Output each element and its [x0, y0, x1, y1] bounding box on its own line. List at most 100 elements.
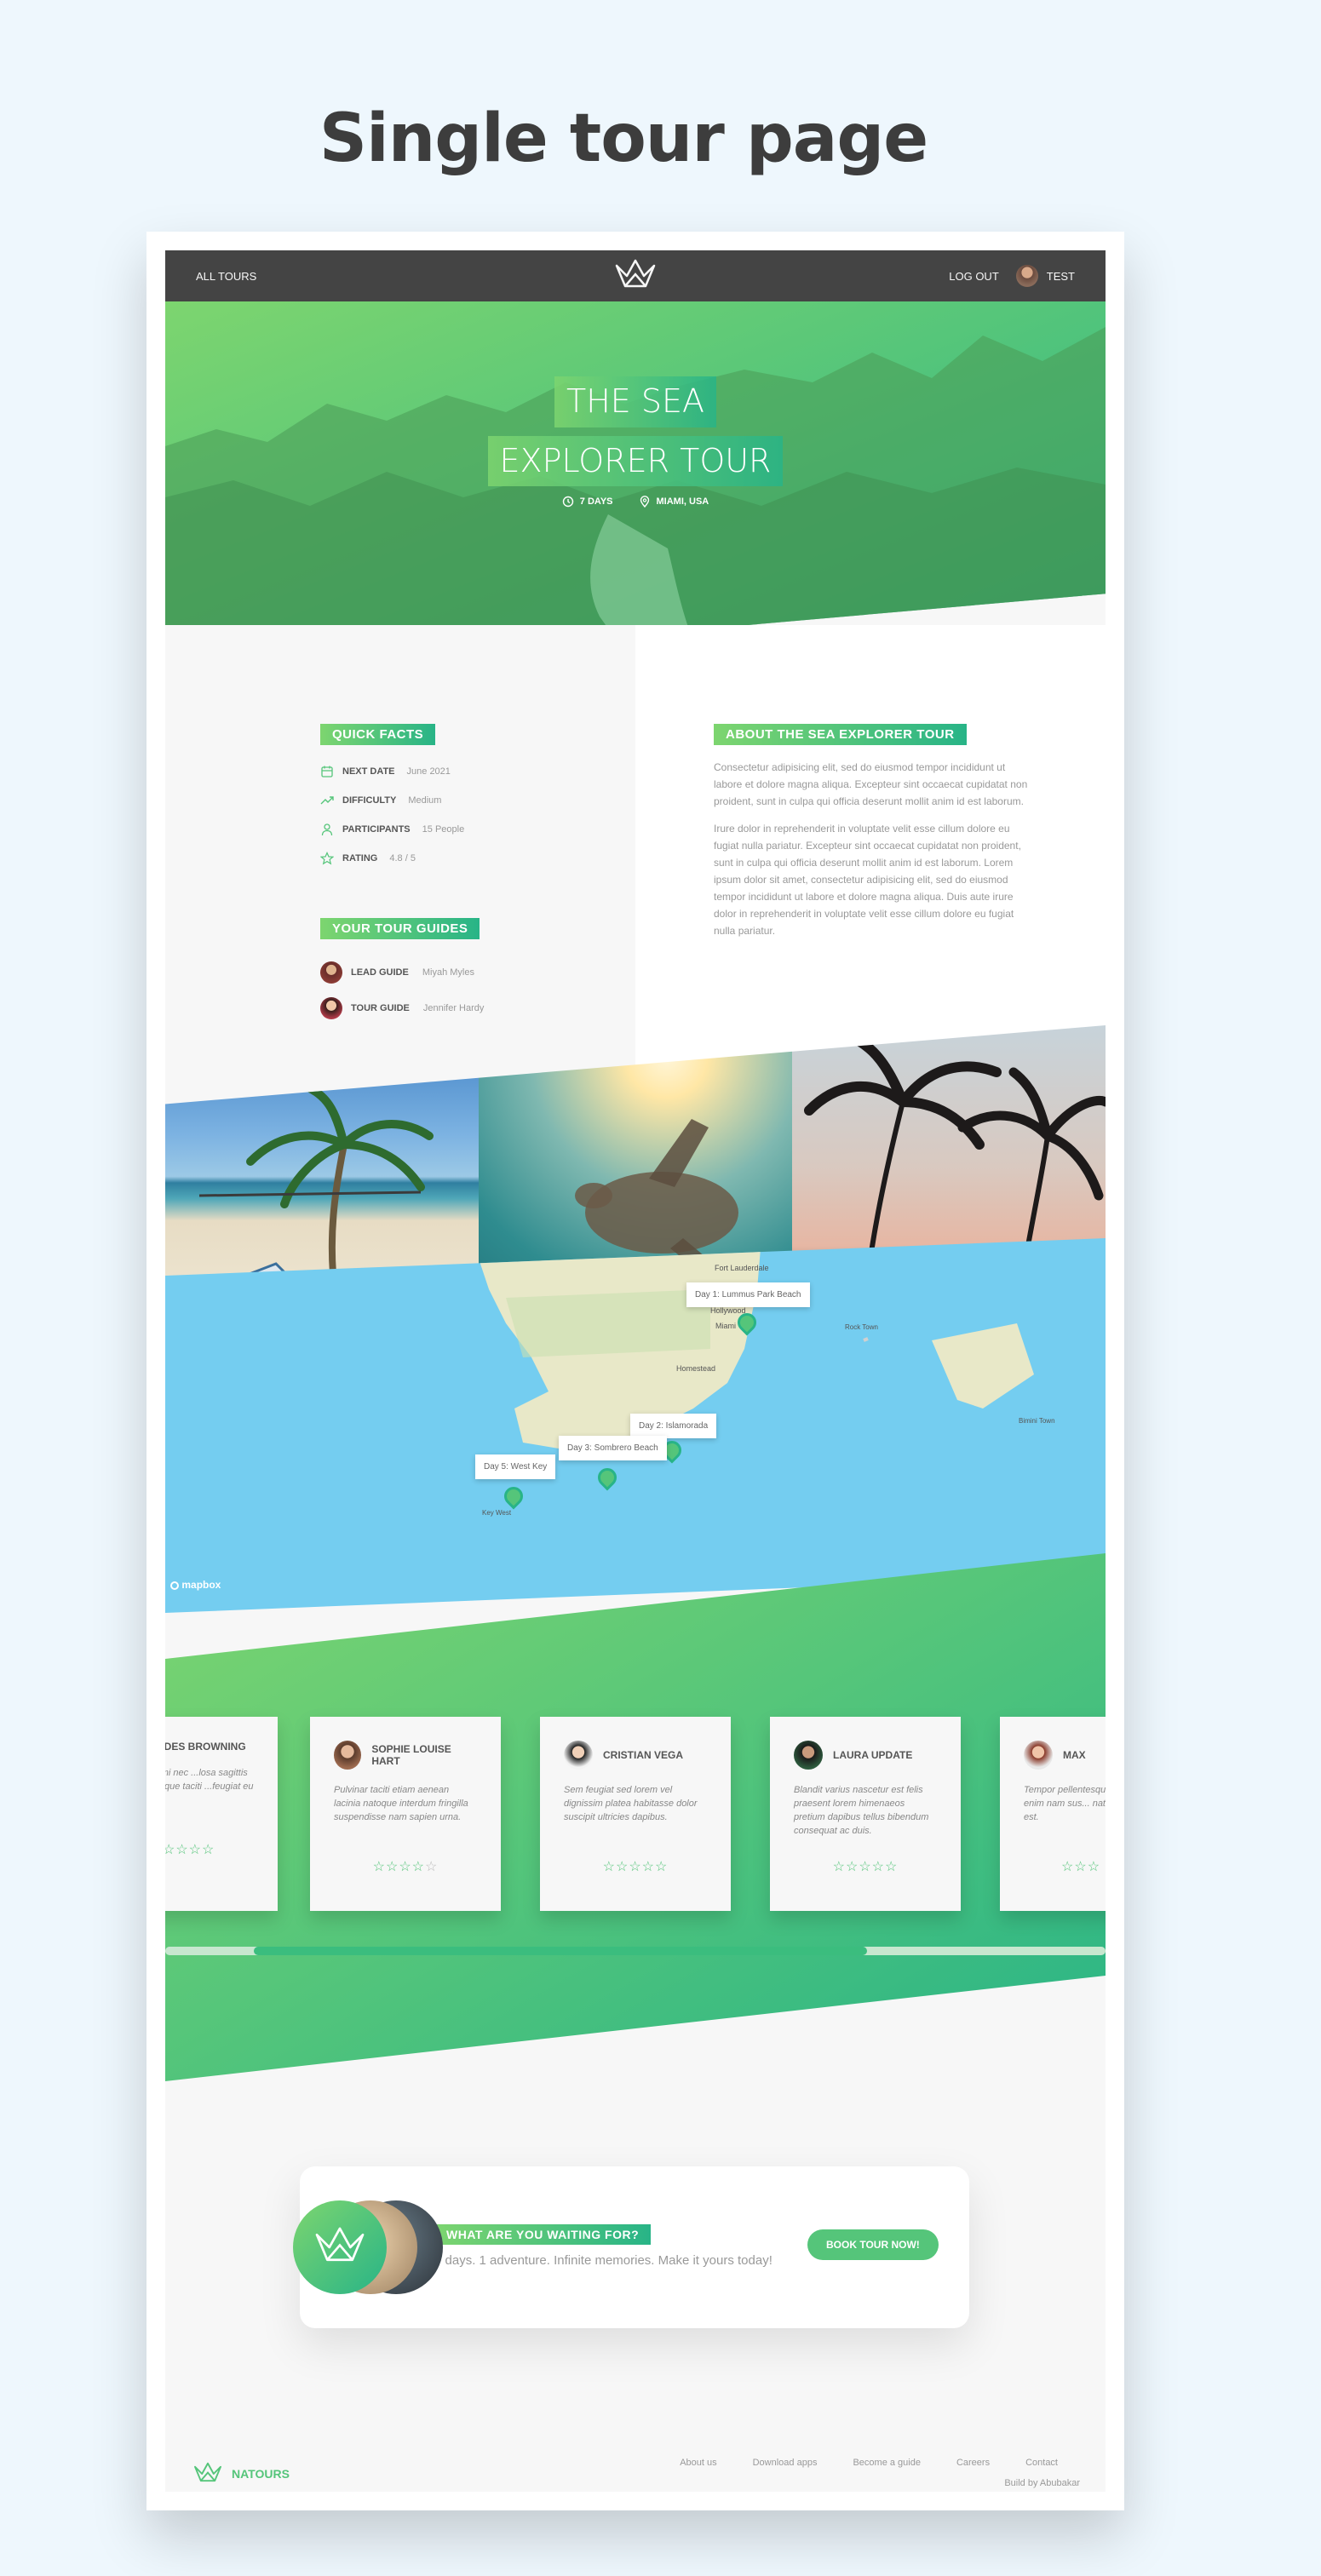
fact-next-date: Next date June 2021: [320, 757, 464, 786]
reviewer-avatar: [794, 1741, 823, 1770]
guide-avatar: [320, 997, 342, 1019]
review-user: MAX: [1024, 1741, 1106, 1770]
review-text: Sem feugiat sed lorem vel dignissim plat…: [564, 1785, 698, 1822]
hero-location: Miami, USA: [639, 496, 709, 508]
footer-link-careers[interactable]: Careers: [956, 2458, 990, 2468]
footer-brand: Natours: [232, 2467, 290, 2481]
guide-avatar: [320, 961, 342, 984]
screenshot-frame: All tours Log out Test: [146, 232, 1124, 2510]
fact-label: Difficulty: [342, 795, 397, 806]
fact-difficulty: Difficulty Medium: [320, 786, 464, 815]
fact-label: Rating: [342, 853, 378, 863]
header-user-nav: Log out Test: [949, 265, 1075, 287]
star-icon: ☆☆☆☆☆: [165, 1843, 215, 1857]
fact-label: Next date: [342, 766, 395, 777]
book-tour-button[interactable]: Book tour now!: [807, 2229, 939, 2260]
map-place-name: Key West: [482, 1509, 512, 1517]
user-avatar: [1015, 265, 1038, 287]
call-to-action: What are you waiting for? 7 days. 1 adve…: [293, 2166, 969, 2328]
fact-label: Participants: [342, 824, 411, 835]
reviewer-avatar: [334, 1741, 362, 1770]
user-name: Test: [1046, 269, 1075, 283]
review-rating: ☆☆☆☆☆: [564, 1858, 707, 1875]
star-icon: ☆☆☆☆☆: [602, 1860, 669, 1874]
reviews-section: ERDES BROWNING ...perturient mi nec ...l…: [165, 1553, 1106, 2081]
footer-link-about[interactable]: About us: [680, 2458, 716, 2468]
star-empty-icon: ☆: [425, 1860, 439, 1874]
guide-name: Miyah Myles: [422, 967, 474, 978]
footer-link-guide[interactable]: Become a guide: [853, 2458, 921, 2468]
quick-facts-heading: Quick facts: [320, 724, 436, 745]
review-rating: ☆☆☆☆☆: [794, 1858, 937, 1875]
map-place-name: Rock Town: [845, 1323, 878, 1331]
map-place-name: Miami: [715, 1322, 736, 1330]
hero-title: The Sea Explorer Tour: [165, 376, 1106, 486]
fact-participants: Participants 15 People: [320, 815, 464, 844]
user-account-link[interactable]: Test: [1015, 265, 1075, 287]
overview-box: Quick facts Next date June 2021 Difficul…: [165, 625, 635, 1068]
mapbox-attribution[interactable]: mapbox: [170, 1579, 221, 1591]
review-text: Blandit varius nascetur est felis praese…: [794, 1785, 929, 1836]
review-rating: ☆☆☆: [1024, 1858, 1106, 1875]
reviewer-name: LAURA UPDATE: [833, 1749, 913, 1761]
natours-logo-icon[interactable]: [613, 257, 658, 297]
logout-link[interactable]: Log out: [949, 270, 999, 283]
site-footer: Natours About us Download apps Become a …: [165, 2403, 1106, 2492]
map-popup[interactable]: Day 5: West Key: [475, 1454, 556, 1479]
user-icon: [321, 823, 333, 836]
guide-name: Jennifer Hardy: [422, 1003, 485, 1013]
map-place-name: Bimini Town: [1019, 1417, 1055, 1425]
about-tour: About the sea explorer tour Consectetur …: [714, 724, 1031, 939]
footer-link-contact[interactable]: Contact: [1025, 2458, 1058, 2468]
review-text: ...perturient mi nec ...losa sagittis er…: [165, 1768, 254, 1792]
description-section: Quick facts Next date June 2021 Difficul…: [165, 625, 1106, 1068]
review-rating: ☆☆☆☆☆: [165, 1841, 254, 1858]
site-header: All tours Log out Test: [165, 250, 1106, 301]
reviewer-avatar: [564, 1741, 593, 1770]
footer-logo[interactable]: Natours: [191, 2461, 290, 2487]
review-rating: ☆☆☆☆☆: [334, 1858, 477, 1875]
fact-value: June 2021: [406, 766, 451, 777]
star-icon: ☆☆☆: [1061, 1860, 1101, 1874]
cta-content: What are you waiting for? 7 days. 1 adve…: [434, 2224, 772, 2268]
map-pin-icon: [640, 496, 649, 508]
nav-all-tours-link[interactable]: All tours: [196, 270, 256, 283]
footer-link-download[interactable]: Download apps: [753, 2458, 818, 2468]
reviewer-avatar: [1024, 1741, 1053, 1770]
footer-copyright: Build by Abubakar: [1004, 2478, 1080, 2488]
map-place-name: Homestead: [676, 1364, 716, 1373]
fact-rating: Rating 4.8 / 5: [320, 844, 464, 873]
guide-role: Lead guide: [351, 967, 409, 978]
natours-logo-icon: [293, 2200, 387, 2294]
map-popup[interactable]: Day 1: Lummus Park Beach: [686, 1282, 810, 1307]
footer-nav: About us Download apps Become a guide Ca…: [680, 2458, 1058, 2468]
fact-value: 4.8 / 5: [389, 853, 416, 863]
fact-value: 15 People: [422, 824, 465, 835]
hero-location-text: Miami, USA: [656, 496, 709, 507]
mapbox-logo-icon: [170, 1581, 179, 1590]
review-card: LAURA UPDATE Blandit varius nascetur est…: [770, 1717, 961, 1911]
review-card: CRISTIAN VEGA Sem feugiat sed lorem vel …: [540, 1717, 731, 1911]
map-place-name: Fort Lauderdale: [715, 1264, 769, 1272]
guide-role: Tour guide: [351, 1003, 410, 1013]
hero-title-line1: The Sea: [554, 376, 716, 427]
quick-facts: Quick facts Next date June 2021 Difficul…: [320, 724, 464, 873]
hero-section: The Sea Explorer Tour 7 days Miami, USA: [165, 301, 1106, 676]
map-place-name: Hollywood: [710, 1306, 746, 1315]
hero-title-line2: Explorer Tour: [487, 435, 784, 486]
review-text: Pulvinar taciti etiam aenean lacinia nat…: [334, 1785, 468, 1822]
reviews-scrollbar-thumb[interactable]: [254, 1947, 867, 1955]
star-icon: ☆☆☆☆☆: [832, 1860, 899, 1874]
star-icon: [320, 852, 334, 865]
map-popup[interactable]: Day 2: Islamorada: [630, 1414, 717, 1438]
tour-map[interactable]: Fort Lauderdale Hollywood Miami Homestea…: [165, 1238, 1106, 1613]
mapbox-attribution-text: mapbox: [181, 1579, 221, 1591]
reviewer-name: ERDES BROWNING: [165, 1741, 246, 1753]
review-user: SOPHIE LOUISE HART: [334, 1741, 477, 1770]
about-paragraph: Irure dolor in reprehenderit in voluptat…: [714, 823, 1021, 937]
review-user: ERDES BROWNING: [165, 1741, 254, 1753]
site: All tours Log out Test: [165, 250, 1106, 2492]
tour-guides: Your tour guides Lead guide Miyah Myles …: [320, 918, 484, 1026]
map-popup[interactable]: Day 3: Sombrero Beach: [559, 1436, 667, 1460]
trending-up-icon: [320, 796, 334, 805]
